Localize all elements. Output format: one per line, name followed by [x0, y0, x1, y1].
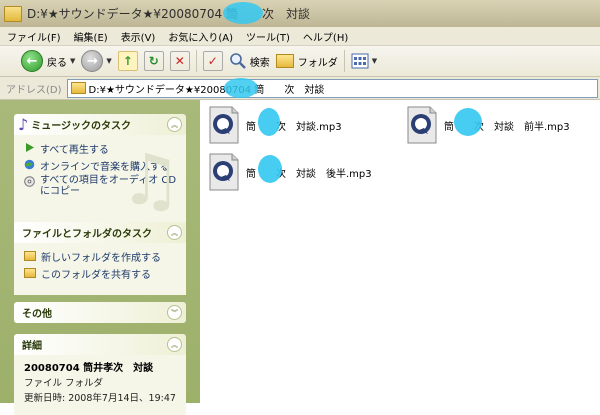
menu-help[interactable]: ヘルプ(H): [296, 29, 354, 44]
details-title: 詳細: [22, 341, 42, 352]
toolbar: ← 戻る ▼ → ▼ ↑ ↻ ✕ ✓ 検索 フォルダ ▼: [0, 46, 600, 77]
address-input[interactable]: D:¥★サウンドデータ★¥20080704 筒 次 対談: [66, 78, 598, 98]
file-folder-tasks-body: 新しいフォルダを作成する このフォルダを共有する: [14, 243, 186, 295]
refresh-icon: ↻: [143, 51, 164, 71]
file-item[interactable]: 筒 次 対談 後半.mp3: [208, 153, 372, 191]
menu-bar: ファイル(F) 編集(E) 表示(V) お気に入り(A) ツール(T) ヘルプ(…: [0, 27, 600, 46]
details-type: ファイル フォルダ: [24, 378, 104, 389]
task-pane: ♪ ミュージックのタスク ︽ ♫ すべて再生する オンラインで音楽を購入する す…: [0, 100, 200, 415]
other-places-panel: その他 ︾: [14, 302, 186, 323]
collapse-icon[interactable]: ︽: [167, 117, 182, 132]
music-tasks-panel: ♪ ミュージックのタスク ︽ ♫ すべて再生する オンラインで音楽を購入する す…: [14, 114, 186, 231]
delete-icon: ✕: [169, 51, 190, 71]
details-body: 20080704 筒井孝次 対談 ファイル フォルダ 更新日時: 2008年7月…: [14, 355, 186, 415]
chevron-down-icon[interactable]: ▼: [106, 57, 111, 65]
folder-icon: [70, 82, 86, 94]
file-item[interactable]: 筒 次 対談 前半.mp3: [406, 106, 570, 144]
forward-arrow-icon: →: [81, 50, 104, 72]
globe-icon: [24, 159, 35, 170]
address-bar: アドレス(D) D:¥★サウンドデータ★¥20080704 筒 次 対談: [0, 77, 600, 100]
checklist-icon: ✓: [202, 51, 223, 71]
file-view: 筒 次 対談.mp3 筒 次 対談 前半.mp3 筒 次 対談 後半.mp3: [200, 100, 600, 403]
menu-file[interactable]: ファイル(F): [0, 29, 67, 44]
properties-button[interactable]: ✓: [200, 48, 226, 74]
views-button[interactable]: ▼: [348, 48, 380, 74]
delete-button[interactable]: ✕: [167, 48, 193, 74]
folder-icon: [275, 54, 294, 68]
details-modified: 更新日時: 2008年7月14日、19:47: [24, 393, 176, 404]
folders-label: フォルダ: [297, 57, 338, 69]
music-watermark-icon: ♫: [119, 139, 182, 221]
play-icon: [26, 143, 34, 152]
new-folder-icon: [24, 251, 36, 261]
search-button[interactable]: 検索: [226, 48, 273, 74]
up-folder-icon: ↑: [117, 51, 138, 71]
up-folder-button[interactable]: ↑: [115, 48, 141, 74]
other-places-header[interactable]: その他 ︾: [14, 302, 186, 323]
address-path: D:¥★サウンドデータ★¥20080704 筒 次 対談: [88, 84, 325, 96]
search-label: 検索: [249, 57, 270, 69]
music-tasks-body: ♫ すべて再生する オンラインで音楽を購入する すべての項目をオーディオ CD …: [14, 135, 186, 231]
audio-file-icon: [407, 106, 437, 144]
redaction-mark: [223, 2, 263, 24]
task-share-folder[interactable]: このフォルダを共有する: [24, 266, 180, 281]
redaction-mark: [258, 108, 280, 136]
title-bar: D:¥★サウンドデータ★¥20080704 筒 次 対談: [0, 0, 600, 27]
address-label: アドレス(D): [6, 84, 62, 96]
back-arrow-icon: ←: [21, 50, 43, 72]
details-name: 20080704 筒井孝次 対談: [24, 363, 154, 374]
cd-icon: [24, 176, 35, 187]
views-icon: [351, 53, 369, 69]
expand-icon[interactable]: ︾: [167, 305, 182, 320]
refresh-button[interactable]: ↻: [141, 48, 167, 74]
audio-file-icon: [209, 106, 239, 144]
other-places-title: その他: [22, 309, 52, 320]
chevron-down-icon[interactable]: ▼: [372, 57, 377, 65]
redaction-mark: [454, 108, 482, 136]
shared-folder-icon: [24, 268, 36, 278]
menu-favorites[interactable]: お気に入り(A): [161, 29, 239, 44]
file-folder-tasks-header[interactable]: ファイルとフォルダのタスク ︽: [14, 222, 186, 243]
back-label: 戻る: [47, 57, 67, 69]
details-header[interactable]: 詳細 ︽: [14, 334, 186, 355]
toolbar-separator: [195, 50, 197, 72]
menu-edit[interactable]: 編集(E): [67, 29, 114, 44]
collapse-icon[interactable]: ︽: [167, 337, 182, 352]
music-note-icon: ♪: [18, 115, 29, 134]
search-icon: [229, 53, 246, 69]
task-copy-to-cd-line2: にコピー: [40, 186, 80, 197]
redaction-mark: [224, 78, 258, 98]
menu-tools[interactable]: ツール(T): [239, 29, 296, 44]
redaction-mark: [258, 155, 282, 183]
audio-file-icon: [209, 153, 239, 191]
task-new-folder[interactable]: 新しいフォルダを作成する: [24, 249, 180, 264]
music-tasks-title: ミュージックのタスク: [31, 121, 132, 132]
back-button[interactable]: ← 戻る ▼: [18, 48, 78, 74]
toolbar-separator: [343, 50, 345, 72]
folders-button[interactable]: フォルダ: [273, 48, 341, 74]
file-folder-tasks-title: ファイルとフォルダのタスク: [22, 229, 152, 240]
forward-button[interactable]: → ▼: [78, 48, 114, 74]
music-tasks-header[interactable]: ♪ ミュージックのタスク ︽: [14, 114, 186, 135]
folder-icon: [4, 5, 22, 22]
collapse-icon[interactable]: ︽: [167, 225, 182, 240]
file-folder-tasks-panel: ファイルとフォルダのタスク ︽ 新しいフォルダを作成する このフォルダを共有する: [14, 222, 186, 295]
window-title: D:¥★サウンドデータ★¥20080704 筒 次 対談: [27, 7, 310, 21]
menu-view[interactable]: 表示(V): [114, 29, 162, 44]
chevron-down-icon[interactable]: ▼: [70, 57, 75, 65]
